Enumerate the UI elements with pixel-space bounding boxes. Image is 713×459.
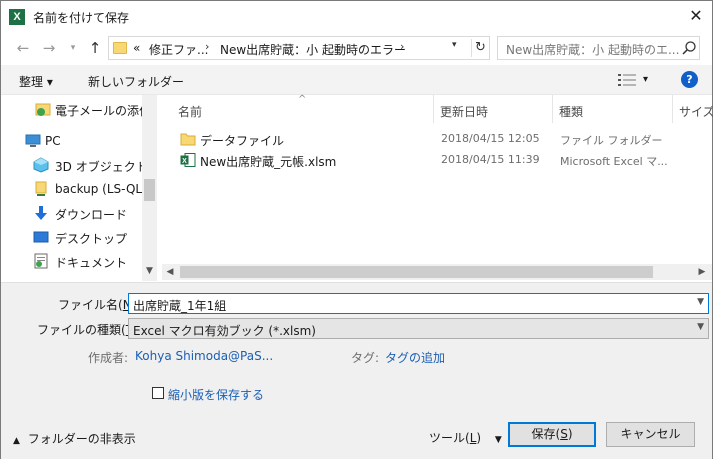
tags-label: タグ: xyxy=(351,351,380,365)
save-as-dialog: X 名前を付けて保存 ✕ ← → ▾ ↑ « 修正ファ... › New出席貯蔵… xyxy=(0,0,713,459)
column-header-modified[interactable]: 更新日時 xyxy=(434,95,553,123)
tools-button[interactable]: ツール(L) ▼ xyxy=(429,429,502,446)
file-name: New出席貯蔵_元帳.xlsm xyxy=(200,155,337,169)
file-row[interactable]: データファイル 2018/04/15 12:05 ファイル フォルダー xyxy=(158,129,712,150)
nav-item-label: デスクトップ xyxy=(55,232,128,246)
folder-icon xyxy=(180,133,196,146)
command-bar: 整理 ▾ 新しいフォルダー ▾ ? xyxy=(1,65,712,95)
address-overflow[interactable]: « xyxy=(133,41,140,55)
forward-arrow-icon[interactable]: → xyxy=(39,37,59,59)
excel-file-icon: X xyxy=(180,153,196,167)
scroll-right-arrow-icon[interactable]: ▶ xyxy=(694,264,710,280)
nav-item-label: ドキュメント xyxy=(55,256,128,270)
file-list-scroll-thumb[interactable] xyxy=(180,266,653,278)
nav-item-documents[interactable]: ドキュメント xyxy=(1,249,141,273)
nav-item-downloads[interactable]: ダウンロード xyxy=(1,201,141,225)
nav-item-email-attachments[interactable]: 電子メールの添付 xyxy=(1,97,151,121)
nav-item-label: PC xyxy=(45,134,61,148)
author-value[interactable]: Kohya Shimoda@PaS... xyxy=(135,349,273,363)
address-history-chevron-icon[interactable]: ▾ xyxy=(452,40,457,50)
nav-item-label: 3D オブジェクト xyxy=(55,160,148,174)
nav-item-label: backup (LS-QL4: xyxy=(55,182,154,196)
cancel-button[interactable]: キャンセル xyxy=(606,422,695,447)
filename-value: 出席貯蔵_1年1組 xyxy=(133,299,227,313)
svg-text:X: X xyxy=(182,158,187,165)
search-box[interactable]: New出席貯蔵：小 起動時のエ... xyxy=(497,36,700,60)
title-bar: X 名前を付けて保存 ✕ xyxy=(1,1,712,32)
tags-input[interactable]: タグの追加 xyxy=(385,349,445,366)
column-header-type[interactable]: 種類 xyxy=(553,95,673,123)
help-icon[interactable]: ? xyxy=(681,71,698,88)
search-input[interactable]: New出席貯蔵：小 起動時のエ... xyxy=(506,41,679,58)
save-thumbnail-label[interactable]: 縮小版を保存する xyxy=(168,386,264,403)
chevron-down-icon[interactable]: ▼ xyxy=(697,297,704,307)
pc-icon xyxy=(25,134,41,147)
documents-icon xyxy=(34,253,48,269)
recent-locations-chevron-icon[interactable]: ▾ xyxy=(63,37,83,59)
nav-item-pc[interactable]: PC xyxy=(1,129,141,153)
nav-item-label: ダウンロード xyxy=(55,208,128,222)
save-thumbnail-checkbox[interactable] xyxy=(152,387,164,399)
hide-folders-toggle[interactable]: ▲ フォルダーの非表示 xyxy=(13,430,136,447)
filetype-value: Excel マクロ有効ブック (*.xlsm) xyxy=(133,324,316,338)
scroll-down-arrow-icon[interactable]: ▼ xyxy=(142,263,157,279)
desktop-icon xyxy=(33,231,49,243)
chevron-down-icon: ▼ xyxy=(494,435,502,445)
file-list: 名前 ^ 更新日時 種類 サイズ データファイル 2018/04/15 12:0… xyxy=(158,94,713,281)
breadcrumb-segment[interactable]: 修正ファ... xyxy=(149,41,208,58)
navigation-pane: 電子メールの添付 PC 3D オブジェクト backup (LS-QL4: ダウ… xyxy=(1,95,157,281)
dialog-title: 名前を付けて保存 xyxy=(33,11,130,25)
breadcrumb-separator-icon[interactable]: › xyxy=(205,40,209,53)
address-bar[interactable]: « 修正ファ... › New出席貯蔵：小 起動時のエラー › ▾ ↻ xyxy=(108,36,490,60)
scroll-left-arrow-icon[interactable]: ◀ xyxy=(162,264,178,280)
filetype-label: ファイルの種類(T): xyxy=(37,323,142,337)
author-label: 作成者: xyxy=(88,351,129,365)
back-arrow-icon[interactable]: ← xyxy=(13,37,33,59)
view-options-chevron-icon[interactable]: ▾ xyxy=(643,74,648,85)
file-type: Microsoft Excel マ... xyxy=(560,155,668,168)
file-name: データファイル xyxy=(200,134,285,148)
file-modified: 2018/04/15 11:39 xyxy=(441,153,540,166)
3d-objects-icon xyxy=(33,157,49,173)
new-folder-button[interactable]: 新しいフォルダー xyxy=(88,73,184,90)
search-icon[interactable] xyxy=(681,40,697,56)
nav-pane-scroll-thumb[interactable] xyxy=(144,179,155,201)
nav-item-label: 電子メールの添付 xyxy=(55,104,152,118)
chevron-up-icon: ▲ xyxy=(13,436,20,446)
download-icon xyxy=(35,206,47,220)
file-type: ファイル フォルダー xyxy=(560,134,663,147)
excel-icon: X xyxy=(9,9,25,25)
hide-folders-label: フォルダーの非表示 xyxy=(27,432,136,446)
column-header-size[interactable]: サイズ xyxy=(673,95,713,123)
breadcrumb-segment[interactable]: New出席貯蔵：小 起動時のエラー xyxy=(220,41,406,58)
breadcrumb-separator-icon[interactable]: › xyxy=(400,40,404,53)
nav-item-backup[interactable]: backup (LS-QL4: xyxy=(1,177,154,201)
view-details-icon[interactable] xyxy=(618,73,636,87)
organize-button[interactable]: 整理 ▾ xyxy=(19,73,53,90)
chevron-down-icon[interactable]: ▼ xyxy=(697,322,704,332)
close-button[interactable]: ✕ xyxy=(681,4,711,30)
filetype-select[interactable]: Excel マクロ有効ブック (*.xlsm) ▼ xyxy=(128,318,709,339)
save-button[interactable]: 保存(S) xyxy=(508,422,596,447)
nav-item-3d-objects[interactable]: 3D オブジェクト xyxy=(1,153,148,177)
refresh-icon[interactable]: ↻ xyxy=(471,39,489,57)
file-row[interactable]: X New出席貯蔵_元帳.xlsm 2018/04/15 11:39 Micro… xyxy=(158,150,712,171)
network-folder-icon xyxy=(35,181,47,196)
folder-icon xyxy=(113,42,127,54)
file-modified: 2018/04/15 12:05 xyxy=(441,132,540,145)
nav-item-desktop[interactable]: デスクトップ xyxy=(1,225,141,249)
filename-input[interactable]: 出席貯蔵_1年1組 ▼ xyxy=(128,293,709,314)
sort-ascending-icon: ^ xyxy=(298,94,307,105)
email-attachment-folder-icon xyxy=(35,103,51,116)
up-arrow-icon[interactable]: ↑ xyxy=(85,37,105,59)
